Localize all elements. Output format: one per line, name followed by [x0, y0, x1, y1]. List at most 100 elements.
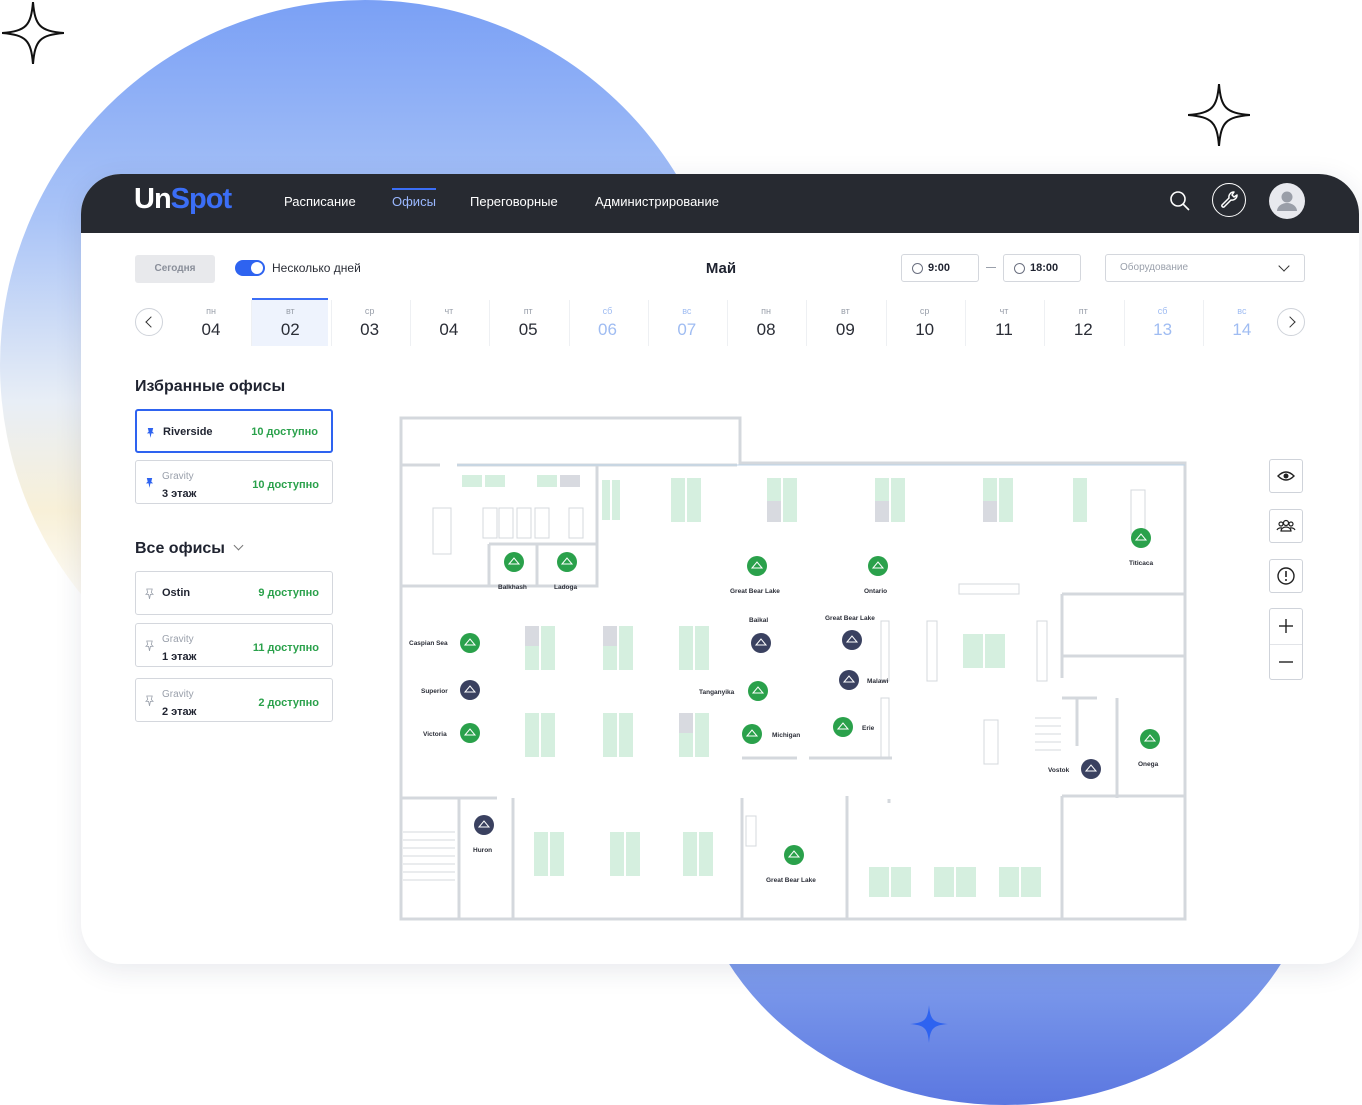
room-balkhash[interactable]: Balkhash [498, 552, 527, 591]
date-number: 11 [995, 320, 1013, 339]
date-number: 09 [835, 320, 855, 339]
chevron-right-icon [1284, 316, 1296, 328]
room-onega[interactable]: Onega [1138, 729, 1160, 768]
date-weekday: ср [919, 306, 930, 316]
room-label-erie: Erie [862, 725, 875, 732]
room-great-bear-lake-2[interactable] [842, 630, 862, 650]
room-baikal[interactable] [751, 633, 771, 653]
room-victoria[interactable]: Victoria [423, 723, 480, 743]
time-from-field[interactable]: 9:00 [901, 254, 979, 282]
next-dates-button[interactable] [1277, 308, 1305, 336]
date-cell[interactable]: вт 02 [252, 298, 329, 346]
date-cell[interactable]: сб 13 [1125, 298, 1201, 346]
date-weekday: чт [444, 306, 454, 316]
search-icon[interactable] [1169, 190, 1191, 212]
chevron-down-icon [233, 540, 244, 551]
room-great-bear-lake-1[interactable]: Great Bear Lake [730, 556, 780, 595]
room-great-bear-lake-3[interactable]: Great Bear Lake [766, 845, 816, 884]
user-avatar[interactable] [1269, 183, 1305, 219]
all-offices-title[interactable]: Все офисы [135, 540, 244, 558]
room-ontario[interactable]: Ontario [864, 556, 888, 595]
office-card-gravity-1[interactable]: Gravity 1 этаж 11 доступно [135, 623, 333, 667]
date-cell[interactable]: чт 04 [411, 298, 487, 346]
room-erie[interactable]: Erie [833, 717, 875, 737]
office-card-ostin[interactable]: Ostin 9 доступно [135, 571, 333, 615]
date-cell[interactable]: чт 11 [966, 298, 1042, 346]
room-huron[interactable]: Huron [473, 815, 494, 854]
date-cell[interactable]: вс 14 [1204, 298, 1280, 346]
nav-offices[interactable]: Офисы [392, 188, 436, 209]
date-number: 07 [677, 320, 697, 339]
prev-dates-button[interactable] [135, 308, 163, 336]
clock-icon [1014, 263, 1025, 274]
room-label-baikal: Baikal [749, 617, 768, 624]
room-label-superior: Superior [421, 688, 448, 695]
date-cell[interactable]: пн 04 [173, 298, 249, 346]
time-to-field[interactable]: 18:00 [1003, 254, 1081, 282]
date-cell[interactable]: вт 09 [807, 298, 883, 346]
settings-wrench-button[interactable] [1212, 183, 1246, 217]
people-button[interactable] [1269, 509, 1303, 543]
date-number: 12 [1073, 320, 1093, 339]
date-cell[interactable]: ср 03 [332, 298, 408, 346]
date-weekday: чт [999, 306, 1009, 316]
chevron-down-icon [1278, 260, 1290, 272]
room-michigan[interactable]: Michigan [742, 724, 800, 744]
date-cell[interactable]: вс 07 [649, 298, 725, 346]
logo-text-spot: Spot [170, 183, 232, 215]
room-tanganyika[interactable]: Tanganyika [699, 681, 768, 701]
office-availability: 11 доступно [252, 642, 319, 654]
date-number: 03 [360, 320, 380, 339]
date-separator [568, 300, 570, 346]
date-cell[interactable]: пн 08 [728, 298, 804, 346]
multi-day-toggle[interactable] [235, 260, 265, 276]
app-window: UnSpot Расписание Офисы Переговорные Адм… [81, 174, 1359, 964]
date-separator [489, 300, 491, 346]
nav-administration[interactable]: Администрирование [595, 194, 719, 209]
date-separator [330, 300, 332, 346]
room-superior[interactable]: Superior [421, 680, 480, 700]
office-card-gravity-2[interactable]: Gravity 2 этаж 2 доступно [135, 678, 333, 722]
logo[interactable]: UnSpot [134, 183, 232, 216]
date-cell[interactable]: сб 06 [570, 298, 646, 346]
office-building: Gravity [162, 634, 194, 645]
office-card-gravity-3[interactable]: Gravity 3 этаж 10 доступно [135, 460, 333, 504]
room-ladoga[interactable]: Ladoga [554, 552, 577, 591]
today-button[interactable]: Сегодня [135, 255, 215, 283]
date-weekday: пт [523, 306, 533, 316]
date-separator [965, 300, 966, 346]
date-separator [1044, 300, 1046, 346]
date-number: 10 [915, 320, 935, 339]
room-label-michigan: Michigan [772, 732, 800, 739]
office-card-riverside[interactable]: Riverside 10 доступно [135, 409, 333, 453]
date-number: 05 [518, 320, 538, 339]
room-vostok[interactable]: Vostok [1048, 759, 1101, 779]
visibility-button[interactable] [1269, 459, 1303, 493]
time-to-value: 18:00 [1030, 262, 1059, 274]
alert-button[interactable] [1269, 559, 1303, 593]
multi-day-label: Несколько дней [272, 261, 361, 275]
room-label-great-bear-lake-3: Great Bear Lake [766, 877, 816, 884]
month-title: Май [705, 260, 737, 277]
date-cell[interactable]: ср 10 [887, 298, 963, 346]
date-cell[interactable]: пт 12 [1045, 298, 1121, 346]
room-caspian-sea[interactable]: Caspian Sea [409, 633, 480, 653]
room-label-great-bear-lake-1: Great Bear Lake [730, 588, 780, 595]
zoom-in-icon[interactable] [1270, 609, 1302, 643]
room-label-titicaca: Titicaca [1129, 560, 1153, 567]
stairs [403, 717, 1061, 881]
floor-plan: Balkhash Ladoga Great Bear Lake Ontario … [399, 416, 1187, 921]
date-cell[interactable]: пт 05 [490, 298, 566, 346]
room-label-caspian-sea: Caspian Sea [409, 640, 448, 647]
pin-filled-icon [145, 478, 154, 488]
nav-schedule[interactable]: Расписание [284, 194, 356, 209]
desks [462, 475, 1087, 897]
room-titicaca[interactable]: Titicaca [1129, 528, 1153, 567]
date-separator [1123, 300, 1125, 346]
zoom-out-icon[interactable] [1270, 645, 1302, 679]
eye-icon [1277, 471, 1295, 481]
pin-filled-icon [146, 428, 155, 438]
equipment-select[interactable]: Оборудование [1105, 254, 1305, 282]
date-separator [251, 300, 253, 346]
nav-meeting-rooms[interactable]: Переговорные [470, 194, 558, 209]
